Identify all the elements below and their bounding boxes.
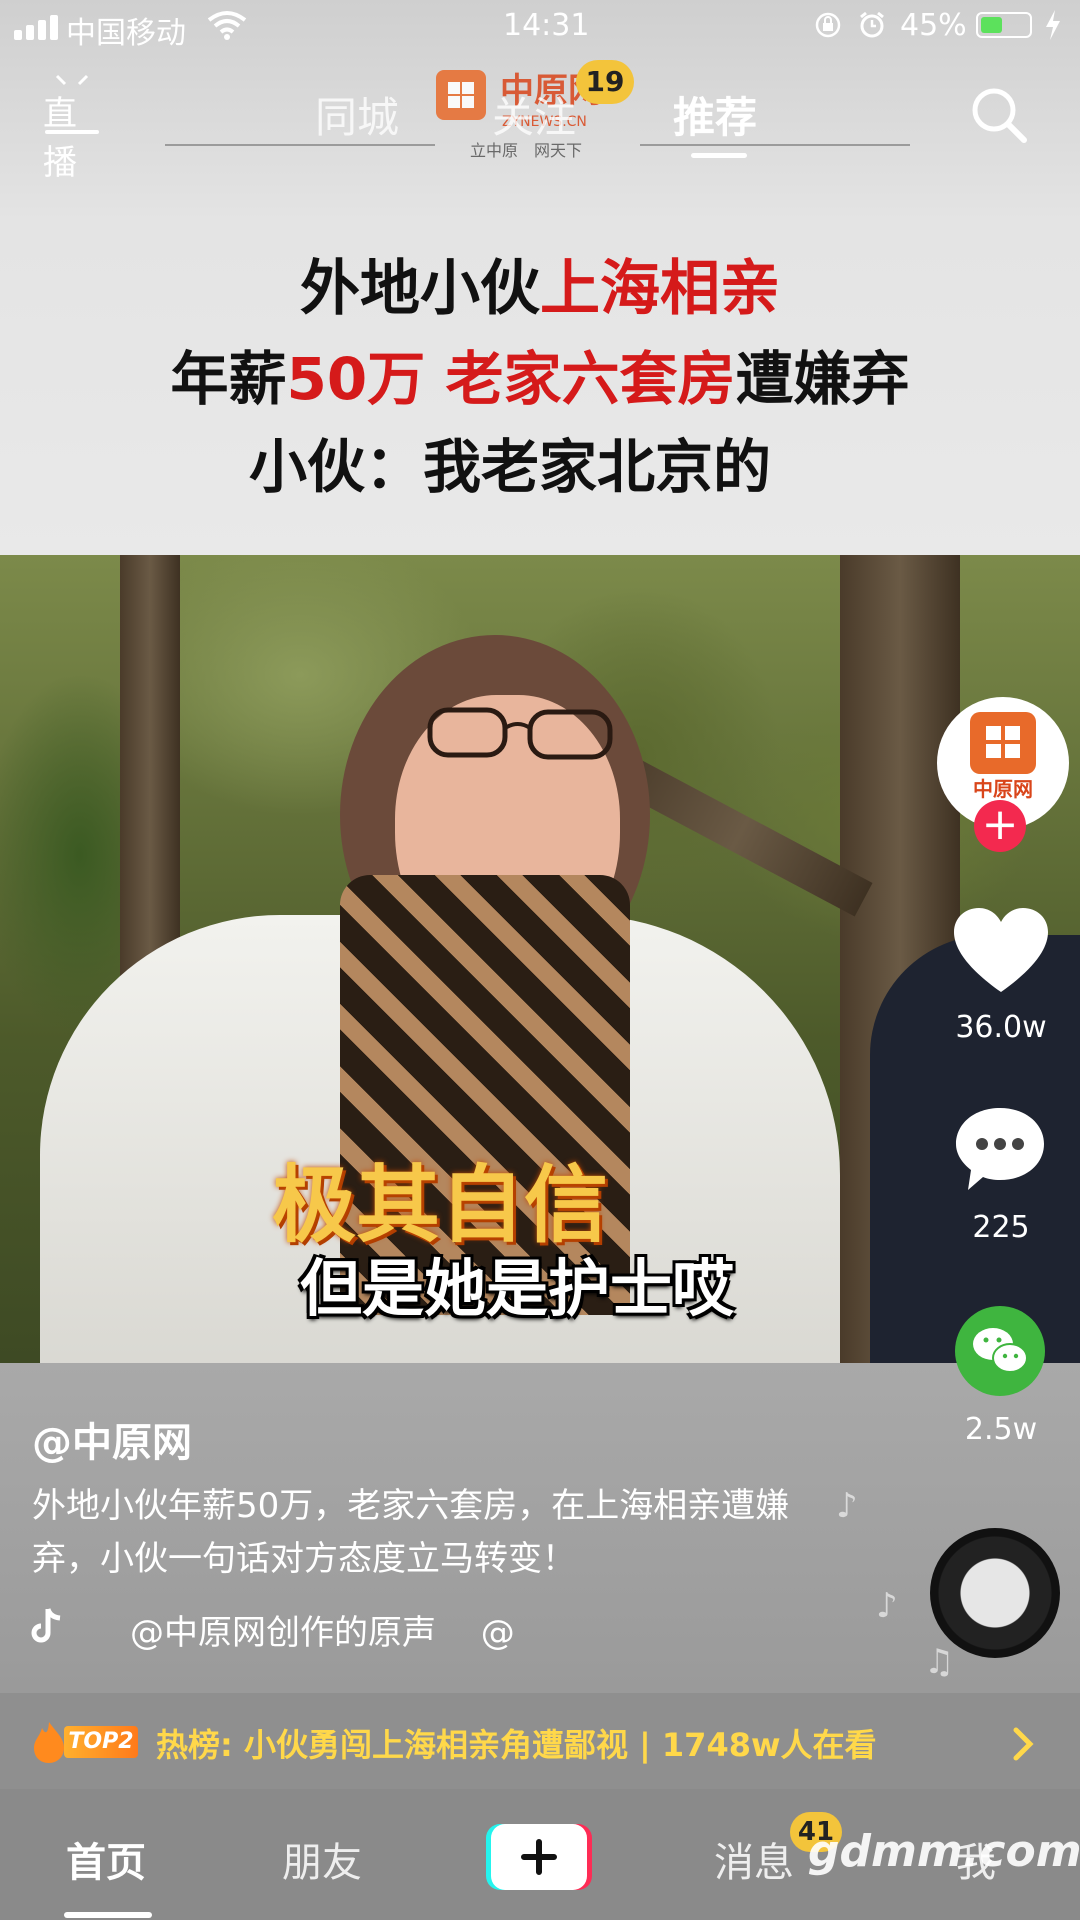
headline-seg: 小伙：我老家北京的: [248, 433, 771, 501]
home-tab-indicator: [64, 1912, 152, 1918]
wifi-icon: [207, 11, 247, 40]
chevron-right-icon[interactable]: [1008, 1724, 1038, 1764]
post-caption[interactable]: 外地小伙年薪50万，老家六套房，在上海相亲遭嫌弃，小伙一句话对方态度立马转变！: [32, 1480, 852, 1586]
flame-icon: [34, 1722, 64, 1763]
comment-count: 225: [972, 1210, 1030, 1245]
follow-button[interactable]: +: [974, 800, 1026, 852]
lock-rotation-icon: [815, 12, 841, 38]
headline-line-3: 小伙：我老家北京的: [0, 420, 1050, 504]
wechat-icon[interactable]: [955, 1306, 1045, 1396]
share-count: 2.5w: [964, 1412, 1038, 1447]
live-button[interactable]: 直播: [43, 72, 101, 183]
active-tab-indicator: [691, 153, 747, 158]
tab-home[interactable]: 首页: [66, 1830, 146, 1888]
like-count: 36.0w: [955, 1010, 1047, 1045]
tab-following[interactable]: 关注: [492, 84, 576, 145]
headline-seg: 遭嫌弃: [735, 345, 910, 413]
tab-messages[interactable]: 消息: [714, 1830, 794, 1888]
alarm-icon: [860, 11, 884, 38]
author-name[interactable]: @中原网: [32, 1410, 192, 1468]
signal-icon: [14, 14, 60, 40]
battery-icon: [976, 12, 1032, 38]
glasses: [427, 707, 613, 760]
search-icon[interactable]: [970, 86, 1028, 144]
status-bar: 中国移动 14:31 45%: [0, 0, 1080, 52]
music-source[interactable]: @中原网创作的原声 @: [130, 1605, 515, 1654]
live-label: 直播: [43, 94, 77, 183]
create-button[interactable]: [486, 1822, 592, 1892]
hot-rank-tag: TOP2: [64, 1726, 138, 1758]
music-note-icon: ♪: [876, 1586, 898, 1626]
music-disc-icon[interactable]: [930, 1528, 1060, 1658]
subtitle-main-text: 但是她是护士哎: [299, 1252, 734, 1325]
headline-seg: 外地小伙: [300, 254, 540, 324]
tab-friends[interactable]: 朋友: [282, 1830, 362, 1888]
carrier-label: 中国移动: [66, 16, 186, 51]
headline-line-2: 年薪50万 老家六套房遭嫌弃: [0, 332, 1080, 416]
hot-list-text[interactable]: 热榜: 小伙勇闯上海相亲角遭鄙视 | 1748w人在看: [156, 1720, 877, 1766]
music-note-icon: ♪: [836, 1486, 858, 1526]
charging-icon: [1046, 10, 1060, 40]
headline-seg: 年薪: [170, 345, 287, 413]
following-badge: 19: [576, 60, 634, 104]
tiktok-icon: [31, 1608, 61, 1643]
music-note-icon: ♫: [924, 1642, 955, 1682]
headline-seg-red: 50万 老家六套房: [286, 345, 736, 413]
tab-recommend[interactable]: 推荐: [673, 84, 757, 145]
heart-icon[interactable]: [954, 908, 1048, 994]
tab-nearby[interactable]: 同城: [315, 84, 399, 145]
clock: 14:31: [503, 8, 590, 43]
battery-percent: 45%: [900, 8, 967, 43]
site-watermark: gdmm.com: [808, 1826, 1080, 1877]
subtitle-main: 但是她是护士哎: [0, 1238, 1080, 1328]
headline-seg-red: 上海相亲: [540, 254, 780, 324]
comment-icon[interactable]: [954, 1106, 1046, 1194]
avatar-text: 中原网: [973, 777, 1033, 801]
headline-line-1: 外地小伙上海相亲: [0, 240, 1080, 327]
